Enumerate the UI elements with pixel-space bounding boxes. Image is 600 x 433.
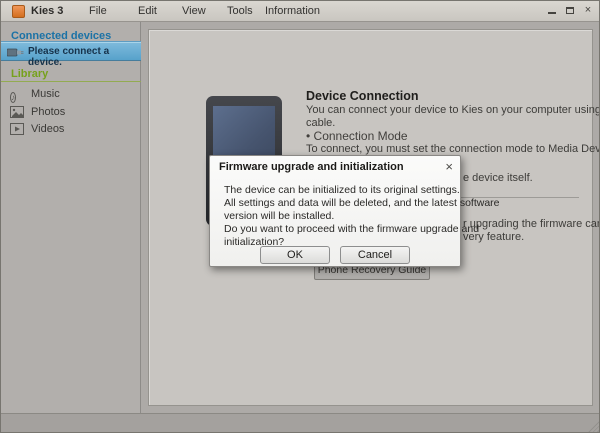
photos-icon: [10, 105, 24, 118]
cancel-button[interactable]: Cancel: [340, 246, 410, 264]
menu-information[interactable]: Information: [265, 5, 320, 17]
sidebar-item-label: Photos: [31, 106, 65, 118]
device-connection-text: cable.: [306, 117, 335, 129]
music-icon: ♪: [10, 87, 24, 100]
device-connection-text: You can connect your device to Kies on y…: [306, 104, 600, 116]
text-fragment: e device itself.: [463, 172, 533, 184]
menu-tools[interactable]: Tools: [227, 5, 253, 17]
device-connection-heading: Device Connection: [306, 89, 419, 103]
library-header: Library: [11, 68, 48, 80]
app-title: Kies 3: [31, 5, 63, 17]
kies-window: Kies 3 File Edit View Tools Information …: [0, 0, 600, 433]
sidebar-item-photos[interactable]: Photos: [1, 104, 141, 121]
menu-file[interactable]: File: [89, 5, 107, 17]
menu-view[interactable]: View: [182, 5, 206, 17]
menu-edit[interactable]: Edit: [138, 5, 157, 17]
maximize-icon: [566, 7, 574, 14]
firmware-upgrade-dialog: Firmware upgrade and initialization × Th…: [209, 155, 461, 267]
title-bar: Kies 3 File Edit View Tools Information …: [1, 1, 600, 22]
green-divider: [1, 81, 141, 82]
videos-icon: [10, 122, 24, 135]
sidebar-item-connect-device[interactable]: Please connect a device.: [1, 42, 141, 61]
minimize-icon: [548, 12, 556, 14]
sidebar: Connected devices Please connect a devic…: [1, 22, 141, 413]
connection-mode-text: To connect, you must set the connection …: [306, 143, 600, 155]
status-bar: [1, 413, 600, 433]
usb-plug-icon: [7, 48, 24, 57]
sidebar-item-music[interactable]: ♪ Music: [1, 86, 141, 103]
resize-grip[interactable]: [588, 421, 599, 432]
connection-mode-bullet: • Connection Mode: [306, 129, 408, 143]
sidebar-item-label: Please connect a device.: [28, 46, 141, 68]
ok-button[interactable]: OK: [260, 246, 330, 264]
kies-logo-icon: [12, 5, 25, 18]
dialog-body-text: version will be installed.: [224, 210, 334, 222]
minimize-button[interactable]: [545, 4, 559, 18]
sidebar-item-label: Videos: [31, 123, 64, 135]
dialog-body-text: All settings and data will be deleted, a…: [224, 197, 500, 209]
maximize-button[interactable]: [563, 4, 577, 18]
close-button[interactable]: ×: [581, 4, 595, 18]
text-fragment: r upgrading the firmware can: [463, 218, 600, 230]
dialog-body-text: The device can be initialized to its ori…: [224, 184, 460, 196]
sidebar-item-videos[interactable]: Videos: [1, 121, 141, 138]
dialog-body-text: Do you want to proceed with the firmware…: [224, 223, 479, 235]
dialog-close-icon[interactable]: ×: [445, 159, 453, 174]
sidebar-item-label: Music: [31, 88, 60, 100]
dialog-title: Firmware upgrade and initialization: [219, 161, 404, 173]
